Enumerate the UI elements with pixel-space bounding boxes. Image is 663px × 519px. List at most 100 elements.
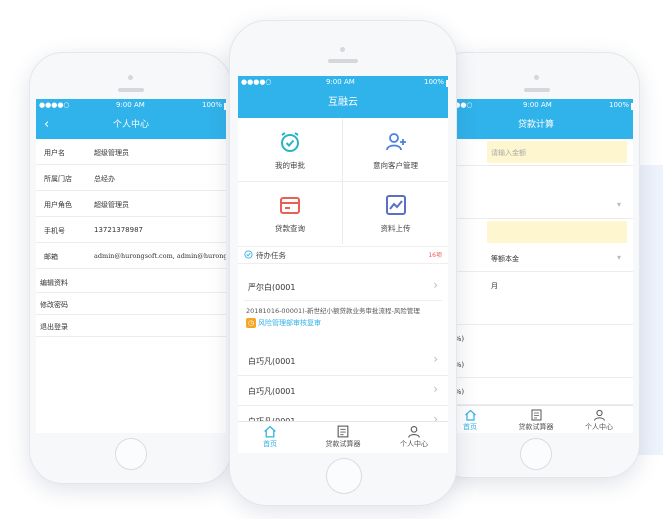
phone-right: ●●●●○ 9:00 AM 100% 贷款计算 贷款总额(元)请输入金额贷款期数… [432, 52, 640, 478]
nav-bar: 贷款计算 [439, 111, 633, 139]
profile-field-row: 用户名 超级管理员 [36, 139, 226, 165]
tab-profile[interactable]: 个人中心 [579, 409, 619, 432]
wallet-icon [280, 197, 300, 214]
battery-icon [446, 80, 448, 87]
field-value: 超级管理员 [94, 201, 129, 209]
profile-field-row: 邮箱 admin@hurongsoft.com, admin@hurongsoft [36, 243, 226, 269]
battery-icon [224, 103, 226, 110]
battery-status: 100% [201, 101, 226, 110]
calculator-field-row[interactable]: 贷款期数(期) [439, 165, 633, 193]
status-bar: ●●●●○ 9:00 AM 100% [439, 99, 633, 111]
clock-icon: ◷ [246, 318, 256, 328]
divider [244, 300, 442, 301]
field-label: 所属门店 [44, 175, 72, 183]
task-detail: 20181016-00001)-新世纪小额贷款业务审批流程-风险管理 [246, 307, 420, 315]
chevron-down-icon: ▾ [616, 253, 621, 262]
profile-field-row: 所属门店 总经办 [36, 165, 226, 191]
home-icon [464, 409, 476, 421]
task-name: 严尔白(0001 [248, 283, 296, 292]
tab-calculator[interactable]: 贷款试算器 [511, 409, 561, 432]
profile-action-row[interactable]: 退出登录 [36, 315, 226, 337]
action-label: 修改密码 [40, 301, 68, 309]
tab-label: 贷款试算器 [518, 423, 554, 431]
pending-label: 待办任务 [256, 251, 286, 260]
field-input[interactable] [487, 300, 627, 322]
calculator-field-row[interactable]: 放款日期▾ [439, 192, 633, 219]
calculator-field-row[interactable]: 还款方式等额本金▾ [439, 245, 633, 272]
battery-text: 100% [423, 78, 444, 86]
calculator-field-row[interactable]: 担保月利率(%) [439, 351, 633, 378]
task-item[interactable]: 白巧凡(0001 › [238, 346, 448, 376]
task-item[interactable]: 严尔白(0001 › 20181016-00001)-新世纪小额贷款业务审批流程… [238, 272, 448, 342]
tab-home[interactable]: 首页 [453, 409, 487, 432]
pending-count: 16项 [428, 252, 442, 259]
field-label: 手机号 [44, 227, 65, 235]
field-value: 总经办 [94, 175, 115, 183]
field-input[interactable]: 等额本金 ▾ [487, 247, 627, 269]
field-value: 超级管理员 [94, 149, 129, 157]
tab-home[interactable]: 首页 [252, 425, 288, 449]
home-button [520, 438, 552, 470]
field-input[interactable]: ▾ [487, 194, 627, 216]
field-value: 等额本金 [491, 255, 519, 263]
signal-icon: ●●●●○ [39, 101, 70, 109]
field-input[interactable] [487, 327, 627, 349]
tab-bar: 首页 贷款试算器 个人中心 [238, 421, 448, 453]
calculator-field-row[interactable]: 担保月利率(%) [439, 324, 633, 352]
status-time: 9:00 AM [116, 101, 145, 109]
menu-label: 资料上传 [380, 224, 411, 233]
action-label: 编辑资料 [40, 279, 68, 287]
profile-field-row: 用户角色 超级管理员 [36, 191, 226, 217]
home-screen: ●●●●○ 9:00 AM 100% 互融云 我的审批 意向客户管理 贷款查询 [238, 76, 448, 453]
nav-bar: ‹ 个人中心 [36, 111, 226, 139]
profile-action-row[interactable]: 编辑资料 [36, 271, 226, 293]
menu-customer-management[interactable]: 意向客户管理 [343, 130, 448, 171]
field-input[interactable] [487, 220, 627, 243]
field-input[interactable] [487, 380, 627, 402]
battery-text: 100% [608, 101, 629, 109]
field-input[interactable]: 月 [487, 274, 627, 296]
calculator-field-row[interactable]: 担保月利率(%) [439, 377, 633, 405]
tab-profile[interactable]: 个人中心 [392, 425, 436, 449]
front-camera [534, 75, 539, 80]
menu-my-approval[interactable]: 我的审批 [238, 130, 342, 171]
field-value: admin@hurongsoft.com, admin@hurongsoft [94, 252, 226, 260]
field-input[interactable]: 请输入金额 [487, 141, 627, 163]
task-item[interactable]: 白巧凡(0001 › [238, 376, 448, 406]
status-bar: ●●●●○ 9:00 AM 100% [36, 99, 226, 111]
field-value: 月 [491, 281, 498, 290]
calculator-icon [531, 409, 541, 421]
menu-loan-query[interactable]: 贷款查询 [238, 193, 342, 234]
action-label: 退出登录 [40, 323, 68, 331]
menu-label: 我的审批 [275, 161, 305, 170]
pending-header[interactable]: 待办任务 16项 [238, 246, 448, 264]
field-input[interactable] [487, 168, 627, 190]
speaker [524, 88, 550, 92]
menu-document-upload[interactable]: 资料上传 [343, 193, 448, 234]
battery-text: 100% [201, 101, 222, 109]
task-name: 白巧凡(0001 [248, 357, 296, 366]
tab-label: 个人中心 [400, 440, 428, 448]
calculator-field-row[interactable]: 贷款利率(%) [439, 298, 633, 325]
home-button [115, 438, 147, 470]
speaker [328, 59, 358, 63]
field-input[interactable] [487, 353, 627, 375]
home-button [326, 458, 362, 494]
menu-label: 贷款查询 [275, 224, 305, 233]
tab-label: 个人中心 [585, 423, 613, 431]
back-icon[interactable]: ‹ [44, 111, 49, 139]
profile-action-row[interactable]: 修改密码 [36, 293, 226, 315]
battery-status: 100% [608, 101, 633, 110]
field-label: 邮箱 [44, 253, 58, 261]
profile-screen: ●●●●○ 9:00 AM 100% ‹ 个人中心 用户名 超级管理员所属门店 总经… [36, 99, 226, 433]
speaker [118, 88, 144, 92]
calculator-field-row[interactable]: 到期日期 [439, 218, 633, 246]
chevron-right-icon: › [433, 278, 438, 292]
calculator-field-row[interactable]: 还款周期月 [439, 271, 633, 299]
alarm-clock-icon [281, 132, 299, 152]
calculator-field-row[interactable]: 贷款总额(元)请输入金额 [439, 139, 633, 166]
home-icon [264, 425, 276, 438]
tab-label: 首页 [463, 423, 477, 431]
tab-calculator[interactable]: 贷款试算器 [316, 425, 370, 449]
calculator-screen: ●●●●○ 9:00 AM 100% 贷款计算 贷款总额(元)请输入金额贷款期数… [439, 99, 633, 433]
